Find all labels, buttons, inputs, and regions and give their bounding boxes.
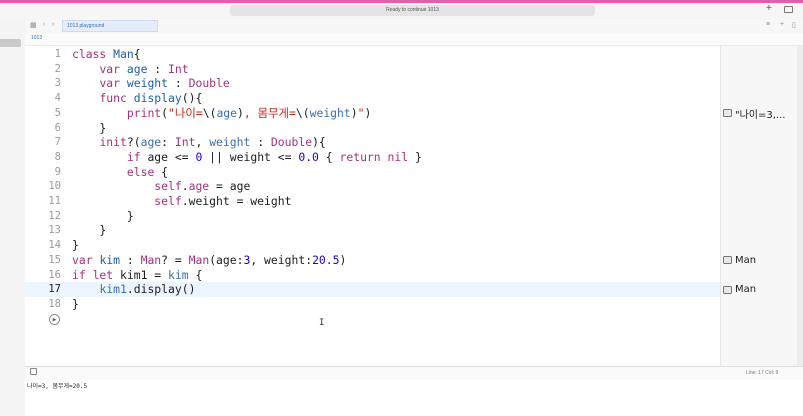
code-line[interactable]: 1 class Man{ — [25, 47, 720, 62]
current-code-line[interactable]: 17 kim1.display() — [25, 282, 720, 297]
code-text: } — [72, 296, 79, 311]
result-value: "나이=3,... — [735, 109, 786, 121]
code-line[interactable]: 8 if age <= 0 || weight <= 0.0 { return … — [25, 150, 720, 165]
line-number: 10 — [48, 180, 61, 193]
editor-scrollbar[interactable] — [797, 46, 803, 366]
result-line-15[interactable]: Man — [723, 254, 756, 266]
result-line-17[interactable]: Man — [723, 284, 756, 296]
add-editor-icon[interactable]: + — [780, 21, 784, 28]
debug-bar — [25, 366, 803, 381]
play-icon: ▶ — [52, 316, 57, 323]
jump-bar — [25, 33, 803, 46]
code-line[interactable]: 18 } — [25, 297, 720, 312]
code-line[interactable]: 2 var age : Int — [25, 62, 720, 77]
line-number: 3 — [54, 77, 61, 90]
code-line[interactable]: 5 print("나이=\(age), 몸무게=\(weight)") — [25, 106, 720, 121]
code-text: var kim : Man? = Man(age:3, weight:20.5) — [72, 252, 347, 267]
code-line[interactable]: 4 func display(){ — [25, 91, 720, 106]
split-editor-icon[interactable] — [784, 6, 793, 13]
code-text: if let kim1 = kim { — [72, 267, 203, 282]
code-text: } — [72, 238, 79, 253]
forward-arrow-icon[interactable]: › — [52, 21, 54, 28]
code-line[interactable]: 15 var kim : Man? = Man(age:3, weight:20… — [25, 253, 720, 268]
code-line[interactable]: 11 self.weight = weight — [25, 194, 720, 209]
code-text: print("나이=\(age), 몸무게=\(weight)") — [126, 105, 372, 120]
line-number: 14 — [48, 239, 61, 252]
line-number: 9 — [54, 165, 61, 178]
console-area[interactable] — [25, 380, 803, 416]
hide-console-icon[interactable] — [30, 368, 37, 375]
code-text: self.age = age — [154, 179, 251, 194]
navigator-sidebar — [0, 19, 26, 416]
code-text: else { — [126, 164, 169, 179]
line-number: 16 — [48, 268, 61, 281]
result-value: Man — [735, 284, 757, 296]
related-items-icon[interactable]: ≡ — [766, 21, 770, 28]
line-number: 12 — [48, 209, 61, 222]
text-cursor-icon: I — [319, 318, 325, 328]
result-line-5[interactable]: "나이=3,... — [723, 107, 786, 121]
activity-status: Ready to continue 1013 — [230, 5, 595, 16]
line-number: 8 — [54, 150, 61, 163]
code-text: var weight : Double — [99, 76, 230, 91]
code-text: } — [72, 120, 107, 135]
quick-look-icon[interactable] — [723, 109, 732, 118]
code-line[interactable]: 12 } — [25, 209, 720, 224]
code-text: kim1.display() — [99, 282, 196, 297]
cursor-position: Line: 17 Col: 9 — [746, 370, 779, 376]
line-number: 17 — [48, 283, 61, 296]
code-line[interactable]: 10 self.age = age — [25, 179, 720, 194]
code-text: self.weight = weight — [154, 194, 292, 208]
line-number: 18 — [48, 297, 61, 310]
code-line[interactable]: 3 var weight : Double — [25, 76, 720, 91]
add-tab-button[interactable]: + — [766, 3, 772, 14]
sidebar-selected-item[interactable] — [0, 39, 21, 47]
quick-look-icon[interactable] — [723, 285, 732, 294]
code-text: class Man{ — [72, 47, 141, 61]
code-text: } — [72, 208, 134, 223]
code-line[interactable]: 14 } — [25, 238, 720, 253]
jump-bar-path[interactable]: 1013 — [31, 35, 42, 41]
line-number: 13 — [48, 224, 61, 237]
grid-icon[interactable]: ▦ — [30, 21, 37, 29]
code-text: var age : Int — [99, 61, 189, 76]
tab-label: 1013.playground — [67, 23, 105, 29]
line-number: 2 — [54, 62, 61, 75]
line-number: 15 — [48, 253, 61, 266]
result-value: Man — [735, 254, 757, 266]
quick-look-icon[interactable] — [723, 256, 732, 265]
run-playground-button[interactable]: ▶ — [49, 314, 60, 325]
code-line[interactable]: 9 else { — [25, 165, 720, 180]
code-text: init?(age: Int, weight : Double){ — [99, 135, 326, 150]
line-number: 7 — [54, 136, 61, 149]
line-number: 4 — [54, 92, 61, 105]
code-line[interactable]: 6 } — [25, 121, 720, 136]
code-text: if age <= 0 || weight <= 0.0 { return ni… — [126, 149, 422, 164]
code-line[interactable]: 16 if let kim1 = kim { — [25, 268, 720, 283]
line-number: 1 — [54, 48, 61, 60]
line-number: 5 — [54, 106, 61, 119]
line-number: 6 — [54, 121, 61, 134]
tab-playground[interactable]: 1013.playground — [62, 20, 158, 32]
split-view-icon[interactable]: ▯ — [792, 21, 796, 29]
console-output: 나이=3, 몸무게=20.5 — [27, 383, 88, 390]
results-sidebar — [720, 46, 798, 366]
code-text: } — [72, 223, 107, 238]
line-number: 11 — [48, 195, 61, 207]
code-text: func display(){ — [99, 91, 203, 106]
code-line[interactable]: 13 } — [25, 223, 720, 238]
code-line[interactable]: 7 init?(age: Int, weight : Double){ — [25, 135, 720, 150]
back-arrow-icon[interactable]: ‹ — [43, 21, 45, 28]
